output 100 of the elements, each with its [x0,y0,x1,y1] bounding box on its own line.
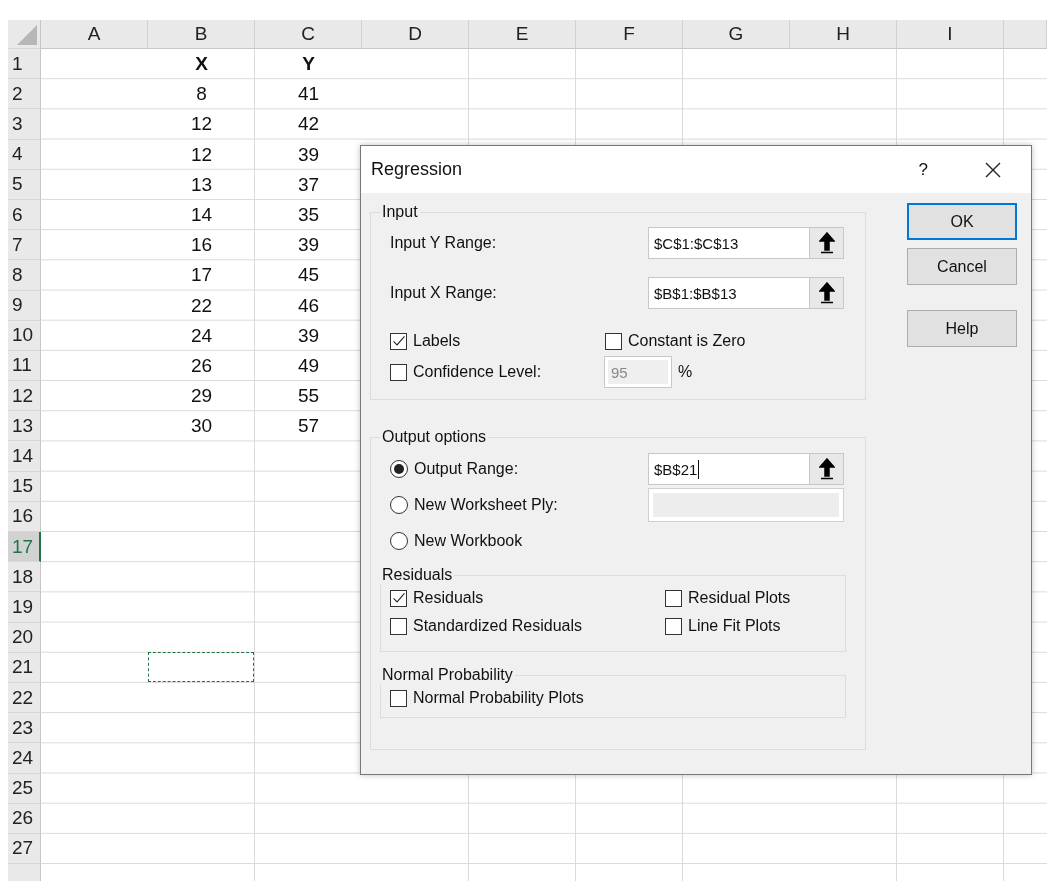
checkbox-label: Constant is Zero [628,332,746,350]
table-cell: 46 [297,294,320,317]
checkbox-label: Normal Probability Plots [413,689,584,707]
group-label: Output options [381,428,488,446]
group-label: Residuals [381,566,454,584]
row-header[interactable]: 7 [8,230,41,261]
radio-label: New Worksheet Ply: [414,496,558,514]
table-cell: 12 [190,113,213,136]
row-header[interactable]: 23 [8,713,41,744]
field-label: Input X Range: [390,284,497,302]
table-cell: 42 [297,113,320,136]
checkbox[interactable] [605,332,622,350]
radio-label: New Workbook [414,532,523,550]
help-button[interactable]: ? [918,159,928,180]
triangle-icon [17,25,37,45]
radio-button[interactable] [390,460,408,478]
row-header[interactable]: 21 [8,652,41,683]
column-header[interactable]: I [897,20,1004,49]
checkbox-label: Confidence Level: [413,363,542,381]
table-cell: 35 [297,204,320,227]
row-header[interactable]: 14 [8,441,41,472]
column-header[interactable]: B [148,20,255,49]
checkbox[interactable] [390,589,407,607]
row-header[interactable]: 4 [8,139,41,170]
window-title: Regression [371,159,464,180]
table-cell: 55 [297,385,320,408]
row-header[interactable]: 19 [8,592,41,623]
dialog-button[interactable]: Help [907,310,1017,347]
table-cell: 29 [190,385,213,408]
table-cell: 39 [297,234,320,257]
row-header[interactable]: 25 [8,773,41,804]
checkbox[interactable] [665,589,682,607]
column-header[interactable]: G [683,20,790,49]
checkmark-icon [391,591,406,605]
row-header[interactable]: 18 [8,562,41,593]
group-label: Input [381,203,419,221]
row-header[interactable]: 24 [8,743,41,774]
row-header[interactable]: 1 [8,49,41,80]
checkbox[interactable] [390,617,407,635]
row-header[interactable]: 9 [8,290,41,321]
unit-label: % [678,363,693,381]
table-cell: 14 [190,204,213,227]
checkbox[interactable] [390,332,407,350]
row-header[interactable]: 2 [8,79,41,110]
table-cell: Y [302,53,315,76]
radio-label: Output Range: [414,460,519,478]
table-cell: 22 [190,294,213,317]
column-header[interactable]: H [790,20,897,49]
table-cell: 39 [297,324,320,347]
row-header[interactable]: 27 [8,833,41,865]
row-header[interactable]: 22 [8,682,41,714]
row-header[interactable]: 16 [8,501,41,532]
group-label: Normal Probability [381,666,514,684]
row-header[interactable]: 10 [8,320,41,351]
row-header[interactable]: 5 [8,169,41,200]
row-header[interactable]: 26 [8,803,41,834]
column-header[interactable]: C [255,20,362,49]
column-header[interactable]: A [41,20,148,49]
checkmark-icon [391,334,406,348]
dialog-button[interactable]: OK [907,203,1017,240]
field-label: Input Y Range: [390,234,497,252]
checkbox-label: Standardized Residuals [413,617,582,635]
table-cell: 17 [190,264,213,287]
table-cell: X [195,53,208,76]
checkbox-label: Residual Plots [688,589,791,607]
table-cell: 37 [297,173,320,196]
table-cell: 39 [297,143,320,166]
table-cell: 24 [190,324,213,347]
row-header[interactable]: 11 [8,350,41,382]
checkbox[interactable] [665,617,682,635]
row-header[interactable]: 12 [8,381,41,412]
table-cell: 45 [297,264,320,287]
column-header[interactable]: E [469,20,576,49]
dialog-button[interactable]: Cancel [907,248,1017,285]
table-cell: 8 [196,83,207,106]
checkbox-label: Line Fit Plots [688,617,781,635]
close-icon[interactable] [985,161,1001,178]
column-header[interactable]: F [576,20,683,49]
checkbox[interactable] [390,689,407,707]
radio-button[interactable] [390,496,408,514]
row-header[interactable]: 20 [8,622,41,653]
checkbox-label: Residuals [413,589,484,607]
row-header[interactable]: 8 [8,260,41,291]
column-header[interactable]: D [362,20,469,49]
checkbox-label: Labels [413,332,461,350]
row-header[interactable]: 6 [8,199,41,231]
text-field[interactable] [648,488,844,522]
row-header[interactable]: 15 [8,471,41,502]
radio-button[interactable] [390,532,408,550]
row-header[interactable]: 3 [8,109,41,140]
table-cell: 57 [297,415,320,438]
table-cell: 49 [297,354,320,377]
row-header[interactable]: 13 [8,411,41,442]
table-cell: 30 [190,415,213,438]
table-cell: 13 [190,173,213,196]
row-header[interactable]: 17 [8,532,41,563]
table-cell: 41 [297,83,320,106]
table-cell: 26 [190,354,213,377]
table-cell: 12 [190,143,213,166]
table-cell: 16 [190,234,213,257]
